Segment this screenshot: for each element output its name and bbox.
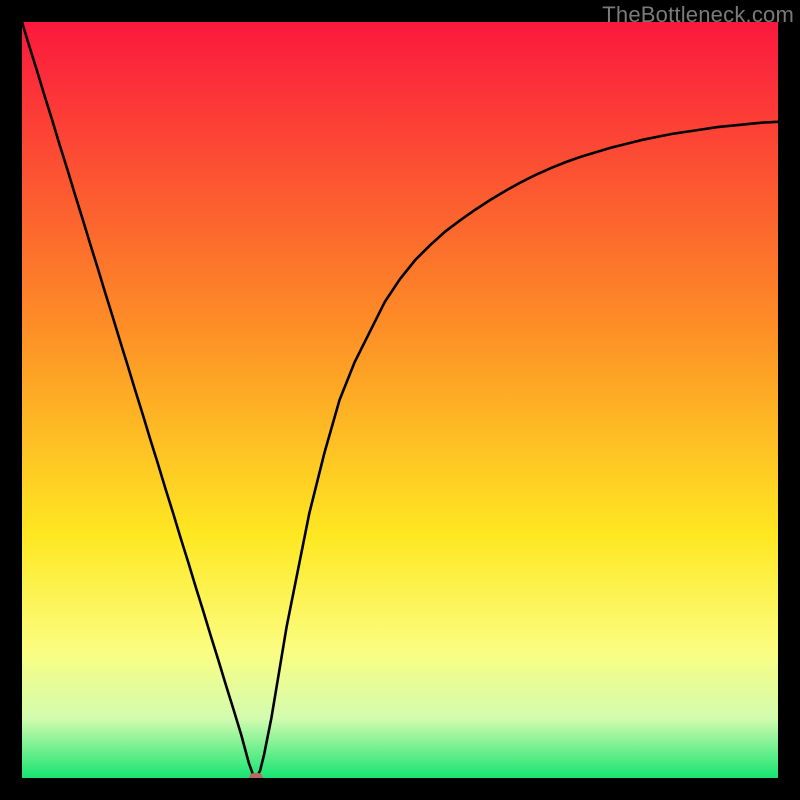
watermark-text: TheBottleneck.com — [602, 2, 794, 28]
bottleneck-curve — [22, 22, 778, 778]
optimal-point-marker — [249, 773, 263, 778]
chart-frame: TheBottleneck.com — [0, 0, 800, 800]
plot-area — [22, 22, 778, 778]
